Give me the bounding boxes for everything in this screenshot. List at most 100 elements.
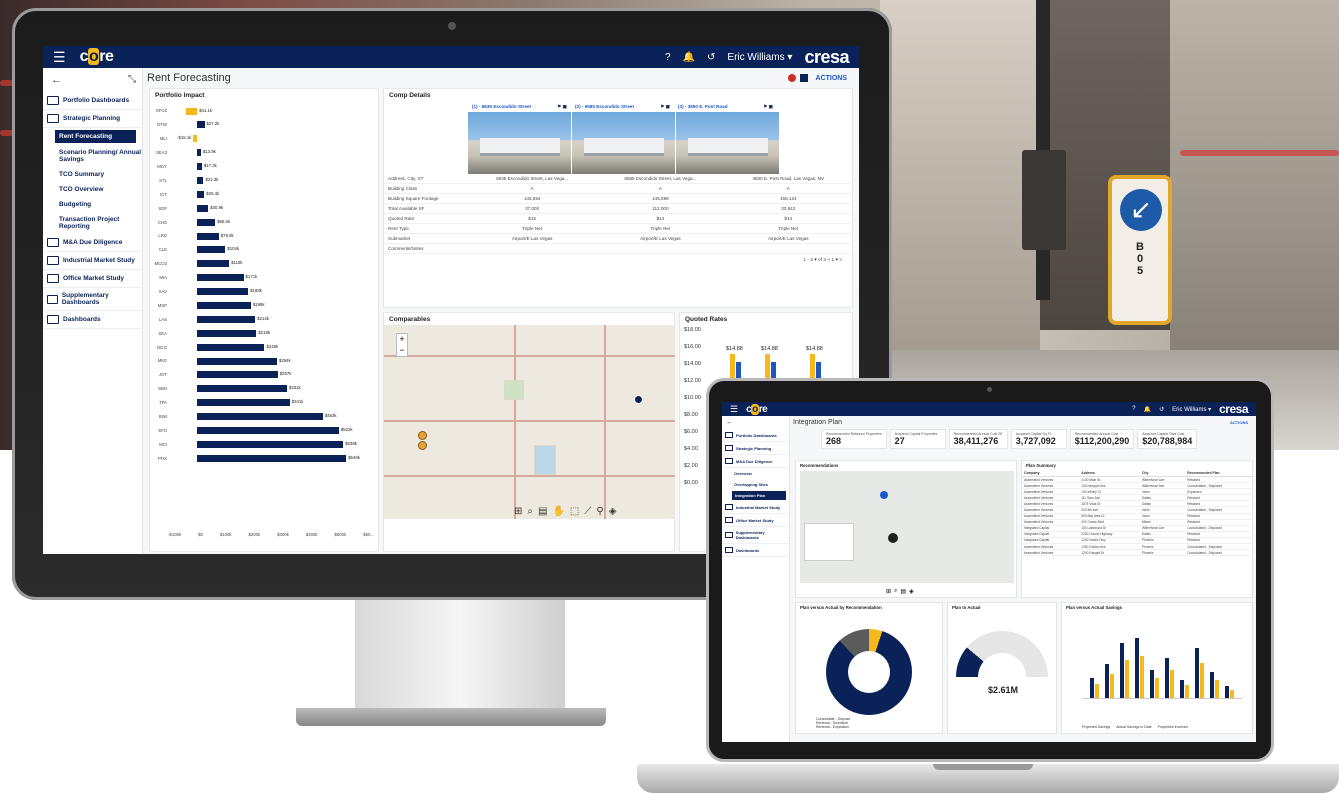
sidebar-item[interactable]: Office Market Study (722, 514, 789, 527)
bar[interactable] (197, 357, 277, 365)
bar[interactable] (193, 135, 198, 143)
bar[interactable] (1185, 685, 1189, 698)
bar[interactable] (1180, 680, 1184, 698)
sidebar-item[interactable]: Strategic Planning (43, 110, 142, 128)
sidebar-subitem[interactable]: TCO Overview (43, 182, 142, 197)
sidebar-item[interactable]: Industrial Market Study (722, 501, 789, 514)
list-icon[interactable]: ▤ (900, 588, 906, 595)
sidebar-item[interactable]: Supplementary Dashboards (722, 527, 789, 544)
bar[interactable] (1095, 684, 1099, 698)
bar[interactable] (1120, 643, 1124, 698)
bar[interactable] (1135, 638, 1139, 698)
sidebar-subitem[interactable]: Overview (722, 468, 789, 479)
collapse-icon[interactable]: ⤡ (128, 74, 136, 85)
flag-icon[interactable]: ⚑ ▣ (557, 104, 567, 110)
sidebar-item[interactable]: Dashboards (722, 544, 789, 557)
comp-column-title[interactable]: (1) - 6635 Escondido Street (472, 104, 531, 110)
bell-icon[interactable]: 🔔 (683, 52, 695, 63)
bar[interactable] (197, 371, 278, 379)
core-logo[interactable]: core (746, 403, 768, 415)
bar[interactable] (197, 121, 205, 129)
bar[interactable] (197, 413, 323, 421)
comp-column-title[interactable]: (3) - 3650 E. Post Road (678, 104, 728, 110)
add-icon[interactable]: ⊞ (514, 506, 522, 517)
comp-column-header[interactable]: (1) - 6635 Escondido Street ⚑ ▣ (468, 102, 571, 112)
core-logo[interactable]: core (80, 48, 114, 66)
bar[interactable] (1200, 663, 1204, 698)
zoom-out-button[interactable]: − (397, 345, 407, 356)
sidebar-item[interactable]: Supplementary Dashboards (43, 288, 142, 311)
bar[interactable] (197, 218, 216, 226)
bar[interactable] (1155, 678, 1159, 698)
sidebar-subitem[interactable]: Budgeting (43, 197, 142, 212)
hamburger-menu-icon[interactable]: ☰ (730, 404, 738, 415)
search-icon[interactable]: ⌕ (527, 506, 533, 517)
bar[interactable] (197, 301, 251, 309)
layers-icon[interactable]: ◈ (909, 588, 914, 595)
bar[interactable] (1090, 678, 1094, 698)
comp-column-header[interactable]: (3) - 3650 E. Post Road ⚑ ▣ (674, 102, 777, 112)
bar[interactable] (1210, 672, 1214, 698)
zoom-controls[interactable]: + − (396, 333, 408, 357)
history-icon[interactable]: ↺ (1159, 406, 1164, 413)
hand-icon[interactable]: ✋ (552, 506, 564, 517)
bar[interactable] (197, 440, 344, 448)
map[interactable] (800, 471, 1014, 583)
bar[interactable] (197, 343, 265, 351)
bar[interactable] (1110, 674, 1114, 698)
help-icon[interactable]: ? (665, 52, 671, 63)
user-menu[interactable]: Eric Williams ▾ (727, 52, 792, 63)
actions-button[interactable]: ACTIONS (1230, 420, 1248, 425)
bar[interactable] (1215, 679, 1219, 698)
map-marker[interactable] (418, 441, 427, 450)
user-menu[interactable]: Eric Williams ▾ (1172, 406, 1211, 413)
bar[interactable] (1125, 659, 1129, 698)
map-marker[interactable] (888, 533, 898, 543)
bar[interactable] (197, 426, 339, 434)
alert-icon[interactable] (787, 74, 796, 82)
bar[interactable] (197, 329, 257, 337)
bar[interactable] (197, 288, 249, 296)
map-marker[interactable] (880, 491, 888, 499)
bar[interactable] (197, 246, 226, 254)
comp-column-title[interactable]: (2) - 6585 Escondido Street (575, 104, 634, 110)
zoom-in-button[interactable]: + (397, 334, 407, 345)
sidebar-item[interactable]: Portfolio Dashboards (722, 429, 789, 442)
bell-icon[interactable]: 🔔 (1144, 406, 1151, 413)
sidebar-item[interactable]: M&A Due Diligence (722, 455, 789, 468)
sidebar-item[interactable]: Strategic Planning (722, 442, 789, 455)
bar[interactable] (197, 190, 205, 198)
bar[interactable] (1165, 658, 1169, 698)
bar[interactable] (1225, 686, 1229, 698)
help-icon[interactable]: ? (1132, 406, 1135, 412)
sidebar-item[interactable]: M&A Due Diligence (43, 234, 142, 252)
flag-icon[interactable]: ⚑ ▣ (660, 104, 670, 110)
bar[interactable] (197, 149, 201, 157)
bar[interactable] (1230, 689, 1234, 698)
bar[interactable] (197, 232, 219, 240)
pagination[interactable]: 1 - 3 ▾ of 3 < 1 ▾ > (384, 254, 852, 267)
person-icon[interactable]: ⚲ (596, 506, 603, 517)
bar[interactable] (1150, 670, 1154, 698)
bar[interactable] (1140, 656, 1144, 698)
sidebar-subitem[interactable]: Transaction Project Reporting (43, 212, 142, 234)
bar[interactable] (185, 107, 198, 115)
history-icon[interactable]: ↺ (707, 52, 715, 63)
sidebar-subitem[interactable]: TCO Summary (43, 167, 142, 182)
sidebar-subitem[interactable]: Rent Forecasting (55, 130, 136, 143)
bar[interactable] (1195, 648, 1199, 698)
comp-column-header[interactable]: (2) - 6585 Escondido Street ⚑ ▣ (571, 102, 674, 112)
bar[interactable] (197, 315, 256, 323)
sidebar-item[interactable]: Portfolio Dashboards (43, 92, 142, 110)
grid-icon[interactable] (799, 74, 808, 82)
table-row[interactable]: Assembled Ventures 1200 Rangell Dr Phoenix… (1022, 549, 1252, 557)
add-icon[interactable]: ⊞ (886, 588, 891, 595)
bar[interactable] (197, 454, 347, 462)
sidebar-item[interactable]: Dashboards (43, 311, 142, 329)
map-marker[interactable] (418, 431, 427, 440)
hamburger-menu-icon[interactable]: ☰ (53, 49, 66, 66)
bar[interactable] (1105, 664, 1109, 698)
map[interactable]: + − ⊞ ⌕ ▤ ✋ ⬚ ⟋ ⚲ ◈ (384, 325, 675, 519)
sidebar-subitem[interactable]: Integration Plan (732, 491, 786, 500)
bar[interactable] (197, 204, 209, 212)
